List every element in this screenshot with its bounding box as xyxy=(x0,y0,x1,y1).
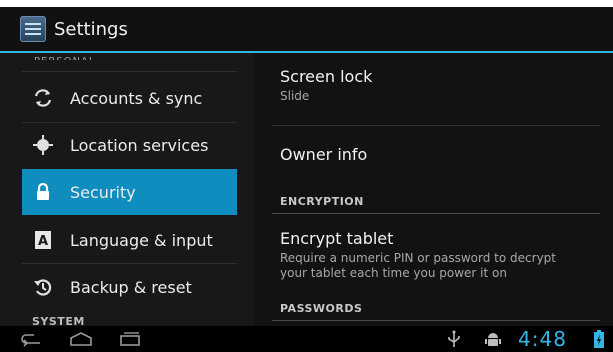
preference-title: Owner info xyxy=(280,145,368,164)
sidebar-item-label: Language & input xyxy=(70,230,213,250)
settings-headers-list[interactable]: PERSONAL Accounts & sync Location servic… xyxy=(0,53,254,328)
security-settings-panel[interactable]: Screen lock Slide Owner info ENCRYPTION … xyxy=(254,53,613,326)
usb-icon xyxy=(447,329,461,349)
summary-line: Require a numeric PIN or password to dec… xyxy=(280,251,556,265)
sidebar-item-label: Location services xyxy=(70,135,209,155)
divider xyxy=(272,213,600,214)
settings-app-icon[interactable] xyxy=(20,16,46,42)
settings-screen: Settings PERSONAL Accounts & sync Locati… xyxy=(0,7,613,352)
recent-apps-icon[interactable] xyxy=(118,329,142,349)
sidebar-item-label: Backup & reset xyxy=(70,277,192,297)
category-header-encryption: ENCRYPTION xyxy=(280,195,364,208)
summary-line: your tablet each time you power it on xyxy=(280,266,507,280)
preference-summary: Require a numeric PIN or password to dec… xyxy=(280,251,610,281)
preference-summary: Slide xyxy=(280,89,310,103)
sidebar-item-security[interactable]: Security xyxy=(22,169,237,215)
divider xyxy=(272,320,600,321)
encrypt-tablet-preference[interactable]: Encrypt tablet Require a numeric PIN or … xyxy=(280,229,610,281)
section-header-personal: PERSONAL xyxy=(34,56,95,60)
sidebar-item-language-input[interactable]: A Language & input xyxy=(22,217,237,263)
sidebar-item-location-services[interactable]: Location services xyxy=(22,122,237,168)
lock-icon xyxy=(32,181,54,203)
battery-icon xyxy=(594,329,604,349)
svg-text:A: A xyxy=(38,234,48,249)
backup-icon xyxy=(32,276,54,298)
back-icon[interactable] xyxy=(20,329,44,349)
divider xyxy=(22,71,237,72)
sidebar-item-backup-reset[interactable]: Backup & reset xyxy=(22,264,237,310)
sync-icon xyxy=(32,87,54,109)
system-bar: 4:48 xyxy=(0,326,613,352)
sidebar-item-accounts-sync[interactable]: Accounts & sync xyxy=(22,75,237,121)
divider xyxy=(272,125,600,126)
category-header-passwords: PASSWORDS xyxy=(280,302,363,315)
location-icon xyxy=(32,134,54,156)
clock: 4:48 xyxy=(518,327,567,351)
action-bar-title: Settings xyxy=(54,18,128,40)
keyboard-a-icon: A xyxy=(32,229,54,251)
preference-title: Encrypt tablet xyxy=(280,229,394,248)
sidebar-item-label: Security xyxy=(70,182,136,202)
preference-title: Screen lock xyxy=(280,67,373,86)
home-icon[interactable] xyxy=(68,329,94,349)
owner-info-preference[interactable]: Owner info xyxy=(280,145,610,164)
sidebar-item-label: Accounts & sync xyxy=(70,88,203,108)
action-bar: Settings xyxy=(0,7,613,51)
screen-lock-preference[interactable]: Screen lock Slide xyxy=(280,67,610,104)
android-debug-icon xyxy=(484,329,502,349)
